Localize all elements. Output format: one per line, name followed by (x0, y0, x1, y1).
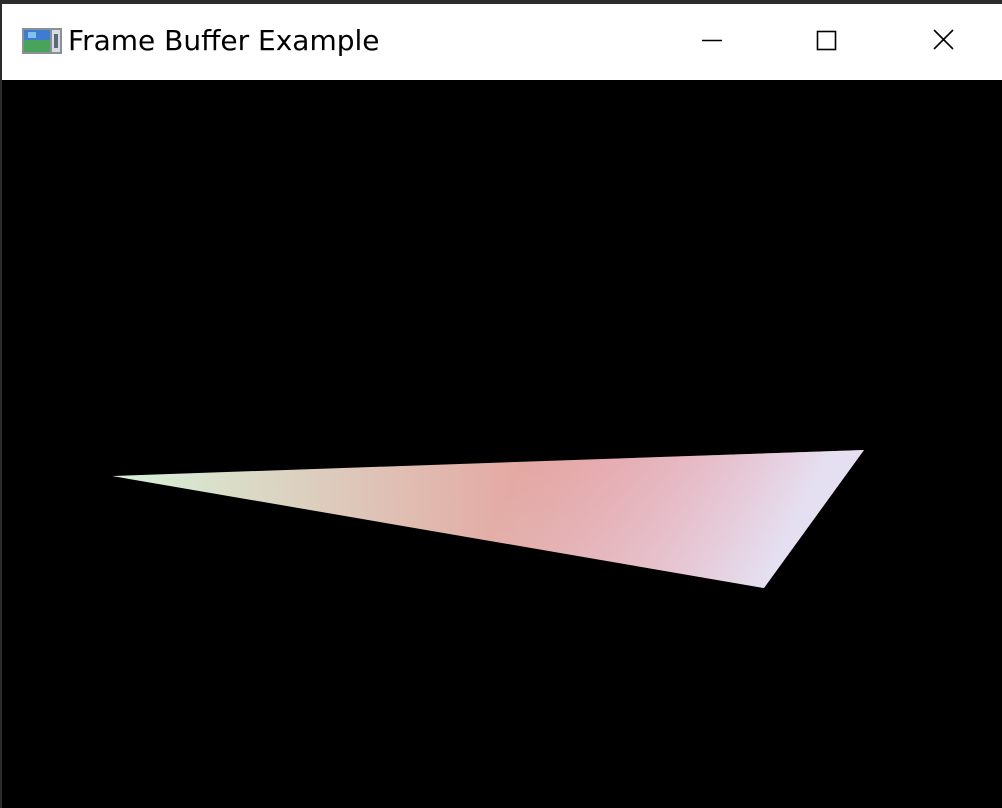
app-window: Frame Buffer Example (0, 0, 1002, 808)
close-button[interactable] (886, 4, 1002, 80)
minimize-button[interactable] (654, 4, 770, 80)
maximize-button[interactable] (770, 4, 886, 80)
framebuffer-canvas[interactable] (2, 80, 1002, 808)
minimize-icon (702, 39, 722, 42)
framebuffer-app-icon (22, 26, 62, 56)
render-surface (112, 450, 864, 588)
window-title: Frame Buffer Example (68, 24, 380, 57)
title-bar[interactable]: Frame Buffer Example (2, 4, 1002, 80)
maximize-icon (816, 30, 837, 51)
close-icon (933, 29, 954, 50)
shaded-triangle-overlay (112, 450, 864, 588)
